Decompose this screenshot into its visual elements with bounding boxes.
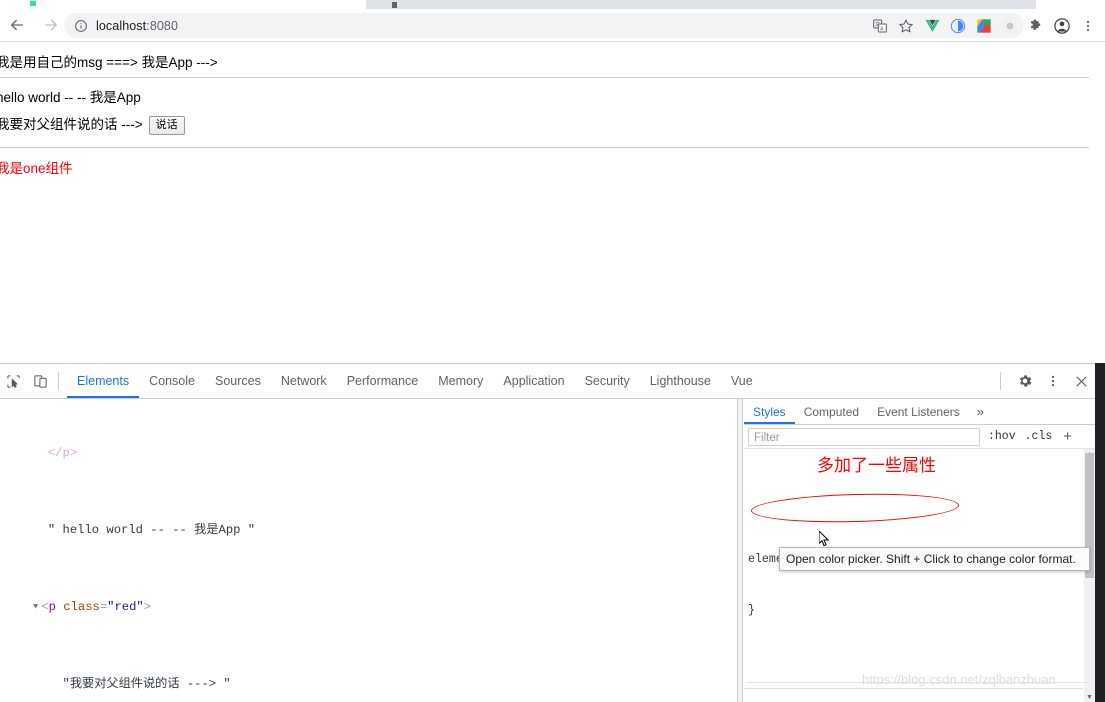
page-text-line-3: 我要对父组件说的话 ---> 说话 — [0, 113, 185, 135]
devtools-panel: Elements Console Sources Network Perform… — [0, 363, 1095, 702]
devtools-right-separator — [1000, 372, 1001, 390]
dom-tree-code: </p> " hello world -- -- 我是App " ▼ <p cla… — [0, 399, 725, 702]
dom-line-partial[interactable]: </p> — [0, 444, 725, 463]
gear-extension-icon[interactable] — [997, 13, 1023, 39]
tabstrip-right-blank — [1036, 0, 1105, 9]
mouse-cursor-icon — [818, 529, 830, 547]
tab-vue[interactable]: Vue — [721, 364, 763, 398]
site-info-icon[interactable] — [74, 19, 88, 33]
page-divider-2 — [0, 147, 1089, 148]
device-toolbar-icon[interactable] — [27, 364, 54, 398]
dom-line-text-hello[interactable]: " hello world -- -- 我是App " — [0, 521, 725, 540]
annotation-red-note: 多加了一些属性 — [817, 456, 936, 476]
address-bar-port: :8080 — [146, 18, 179, 33]
svg-text:A: A — [880, 26, 884, 32]
speak-button[interactable]: 说话 — [148, 115, 185, 135]
cls-toggle-button[interactable]: .cls — [1025, 430, 1053, 443]
browser-tabstrip — [0, 0, 1105, 9]
bookmark-star-icon[interactable] — [893, 13, 919, 39]
page-text-line-2: hello world -- -- 我是App — [0, 90, 141, 105]
tab-indicator-dot — [30, 1, 36, 6]
back-arrow-icon[interactable] — [0, 9, 34, 42]
styles-rules-list: element.style { } .red[data-v-a0559d34] … — [744, 449, 1083, 702]
address-bar-host: localhost — [96, 18, 147, 33]
more-options-icon[interactable] — [1039, 364, 1067, 398]
tab-favicon-icon — [392, 2, 397, 8]
more-tabs-icon[interactable]: » — [969, 404, 992, 419]
browser-tab[interactable] — [366, 0, 1036, 9]
rendered-page: 我是用自己的msg ===> 我是App ---> hello world --… — [0, 42, 1105, 362]
devtools-toolbar: Elements Console Sources Network Perform… — [0, 364, 1095, 399]
three-dot-menu-icon[interactable] — [1075, 13, 1101, 39]
forward-arrow-icon[interactable] — [34, 9, 68, 42]
page-text-line-3-label: 我要对父组件说的话 ---> — [0, 117, 143, 132]
panel-splitter[interactable] — [737, 399, 743, 702]
dom-line-text-parent-msg[interactable]: "我要对父组件说的话 ---> " — [0, 675, 725, 694]
rule-divider-1 — [744, 688, 1083, 689]
rule-element-style[interactable]: element.style { } — [744, 517, 1083, 653]
tab-event-listeners[interactable]: Event Listeners — [868, 399, 969, 424]
tab-styles[interactable]: Styles — [744, 399, 795, 424]
devtools-toolbar-separator — [58, 372, 59, 390]
styles-scroll-down-icon[interactable]: ▼ — [1085, 692, 1094, 702]
color-picker-tooltip: Open color picker. Shift + Click to chan… — [779, 547, 1090, 571]
page-text-line-1: 我是用自己的msg ===> 我是App ---> — [0, 55, 218, 70]
tab-sources[interactable]: Sources — [205, 364, 271, 398]
puzzle-extensions-icon[interactable] — [1023, 13, 1049, 39]
styles-filter-input[interactable]: Filter — [748, 427, 980, 446]
rule-element-style-close: } — [748, 604, 755, 617]
tab-application[interactable]: Application — [493, 364, 574, 398]
devtools-right-edge — [1095, 363, 1105, 702]
new-style-rule-button[interactable]: + — [1063, 429, 1072, 444]
tab-console[interactable]: Console — [139, 364, 205, 398]
close-devtools-icon[interactable] — [1067, 364, 1095, 398]
tab-performance[interactable]: Performance — [337, 364, 429, 398]
watermark-text: https://blog.csdn.net/zqlbanzhuan — [862, 672, 1056, 687]
tab-elements[interactable]: Elements — [67, 364, 139, 398]
dom-tree-pane[interactable]: </p> " hello world -- -- 我是App " ▼ <p cla… — [0, 399, 737, 702]
page-viewport: 我是用自己的msg ===> 我是App ---> hello world --… — [0, 42, 1105, 362]
tab-memory[interactable]: Memory — [428, 364, 493, 398]
styles-filter-bar: Filter :hov .cls + — [744, 425, 1095, 449]
profile-avatar-icon[interactable] — [1049, 13, 1075, 39]
google-drive-extension-icon[interactable] — [971, 13, 997, 39]
page-divider-1 — [0, 77, 1089, 78]
tab-lighthouse[interactable]: Lighthouse — [640, 364, 721, 398]
dom-line-open-p-red[interactable]: ▼ <p class="red"> — [0, 598, 725, 617]
blue-circle-extension-icon[interactable] — [945, 13, 971, 39]
tab-network[interactable]: Network — [271, 364, 337, 398]
vue-devtools-icon[interactable] — [919, 13, 945, 39]
styles-scrollbar[interactable]: ▲ ▼ — [1084, 449, 1095, 702]
translate-icon[interactable]: 文 A — [867, 13, 893, 39]
toolbar-icon-row: 文 A — [867, 9, 1101, 42]
inspect-element-icon[interactable] — [0, 364, 27, 398]
hov-toggle-button[interactable]: :hov — [988, 430, 1016, 443]
tab-security[interactable]: Security — [575, 364, 640, 398]
settings-gear-icon[interactable] — [1011, 364, 1039, 398]
styles-pane-tabs: Styles Computed Event Listeners » — [744, 399, 1095, 425]
page-text-line-4: 我是one组件 — [0, 161, 73, 176]
browser-window: localhost:8080 文 A 我是用自己的msg ===> 我是App … — [0, 0, 1105, 702]
tab-computed[interactable]: Computed — [795, 399, 868, 424]
